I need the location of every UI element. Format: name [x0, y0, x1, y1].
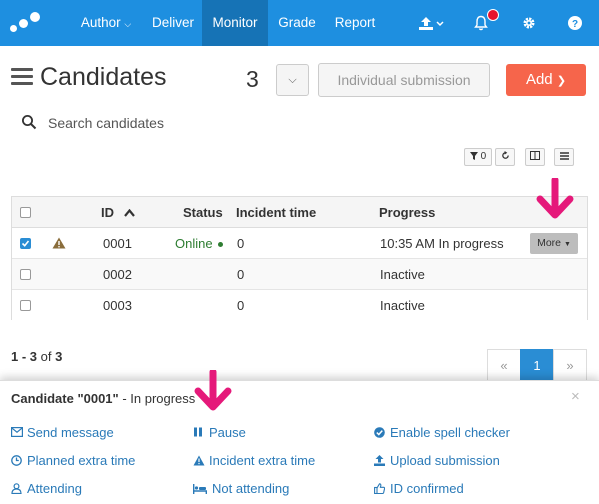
column-id-header[interactable]: ID [101, 197, 135, 228]
incident-time: 0 [237, 298, 245, 313]
logo-icon[interactable] [10, 12, 40, 34]
thumbs-up-icon [374, 483, 385, 494]
select-all-checkbox[interactable] [20, 207, 31, 218]
incident-time: 0 [237, 236, 245, 251]
columns-button[interactable] [525, 148, 545, 166]
incident-time: 0 [237, 267, 245, 282]
pause-icon [194, 427, 202, 437]
nav-grade[interactable]: Grade [268, 0, 326, 46]
menu-icon[interactable] [11, 68, 33, 86]
search-icon [22, 115, 37, 130]
gear-icon[interactable] [515, 0, 543, 46]
caret-down-icon: ▼ [563, 241, 571, 248]
progress-text: Inactive [380, 298, 425, 313]
top-navigation-bar: Author ⌵ Deliver Monitor Grade Report ? [0, 0, 599, 46]
add-label: Add [525, 71, 553, 88]
row-checkbox[interactable] [20, 269, 31, 280]
clock-icon [11, 455, 22, 466]
columns-icon [530, 151, 540, 160]
list-icon [559, 152, 569, 160]
panel-title: Candidate "0001" - In progress [11, 391, 196, 406]
nav-deliver[interactable]: Deliver [144, 0, 202, 46]
filter-count: 0 [480, 151, 487, 162]
progress-text: Inactive [380, 267, 425, 282]
pagination-next[interactable]: » [553, 349, 587, 383]
column-progress-header[interactable]: Progress [379, 197, 435, 228]
chevron-down-icon: ❯ [556, 75, 567, 87]
chevron-down-icon: ⌵ [124, 19, 132, 29]
candidate-id: 0003 [103, 298, 132, 313]
candidate-count: 3 [246, 66, 259, 92]
column-status-header[interactable]: Status [183, 197, 223, 228]
individual-submission-button[interactable]: Individual submission [318, 63, 490, 97]
count-dropdown-button[interactable]: ⌵ [276, 64, 309, 96]
bell-icon[interactable] [466, 0, 496, 46]
close-icon[interactable]: × [571, 388, 580, 405]
nav-author[interactable]: Author ⌵ [68, 0, 144, 46]
candidate-actions-panel: Candidate "0001" - In progress × Send me… [0, 380, 599, 504]
upload-icon [374, 455, 385, 466]
table-row[interactable]: 0003 0 Inactive [12, 290, 587, 321]
row-checkbox[interactable] [20, 300, 31, 311]
check-circle-icon [374, 427, 385, 438]
online-indicator [218, 242, 223, 247]
row-checkbox[interactable] [20, 238, 31, 249]
column-incident-time-header[interactable]: Incident time [236, 197, 316, 228]
notification-dot [487, 9, 499, 21]
table-header: ID Status Incident time Progress [12, 197, 587, 228]
candidate-id: 0002 [103, 267, 132, 282]
status-text: Online [175, 236, 213, 251]
warning-icon [193, 455, 205, 466]
envelope-icon [11, 427, 23, 437]
refresh-icon [501, 151, 509, 159]
pagination-summary: 1 - 3 of 3 [11, 349, 63, 364]
add-button[interactable]: Add ❯ [506, 64, 586, 96]
more-button[interactable]: More ▼ [530, 233, 578, 254]
pagination-page-1[interactable]: 1 [520, 349, 554, 383]
candidates-table: ID Status Incident time Progress 0001 On… [11, 196, 588, 321]
warning-icon [52, 237, 66, 249]
candidate-id: 0001 [103, 236, 132, 251]
user-icon [11, 483, 22, 494]
refresh-button[interactable] [495, 148, 515, 166]
filter-icon [469, 152, 478, 160]
nav-report[interactable]: Report [326, 0, 384, 46]
upload-icon[interactable] [412, 0, 452, 46]
nav-monitor[interactable]: Monitor [202, 0, 268, 46]
sort-up-icon [123, 208, 135, 217]
annotation-arrow-icon [536, 178, 574, 219]
bed-icon [193, 484, 207, 494]
check-icon [21, 240, 30, 247]
list-view-button[interactable] [554, 148, 574, 166]
page-title: Candidates [40, 63, 167, 91]
table-row[interactable]: 0001 Online 0 10:35 AM In progress More … [12, 228, 587, 259]
help-icon[interactable]: ? [560, 0, 590, 46]
table-row[interactable]: 0002 0 Inactive [12, 259, 587, 290]
annotation-arrow-icon [194, 370, 232, 411]
pagination-previous[interactable]: « [487, 349, 521, 383]
filter-button[interactable]: 0 [464, 148, 492, 166]
svg-text:?: ? [572, 19, 578, 30]
chevron-down-icon: ⌵ [288, 74, 297, 86]
progress-text: 10:35 AM In progress [380, 236, 504, 251]
search-input[interactable] [48, 112, 348, 134]
